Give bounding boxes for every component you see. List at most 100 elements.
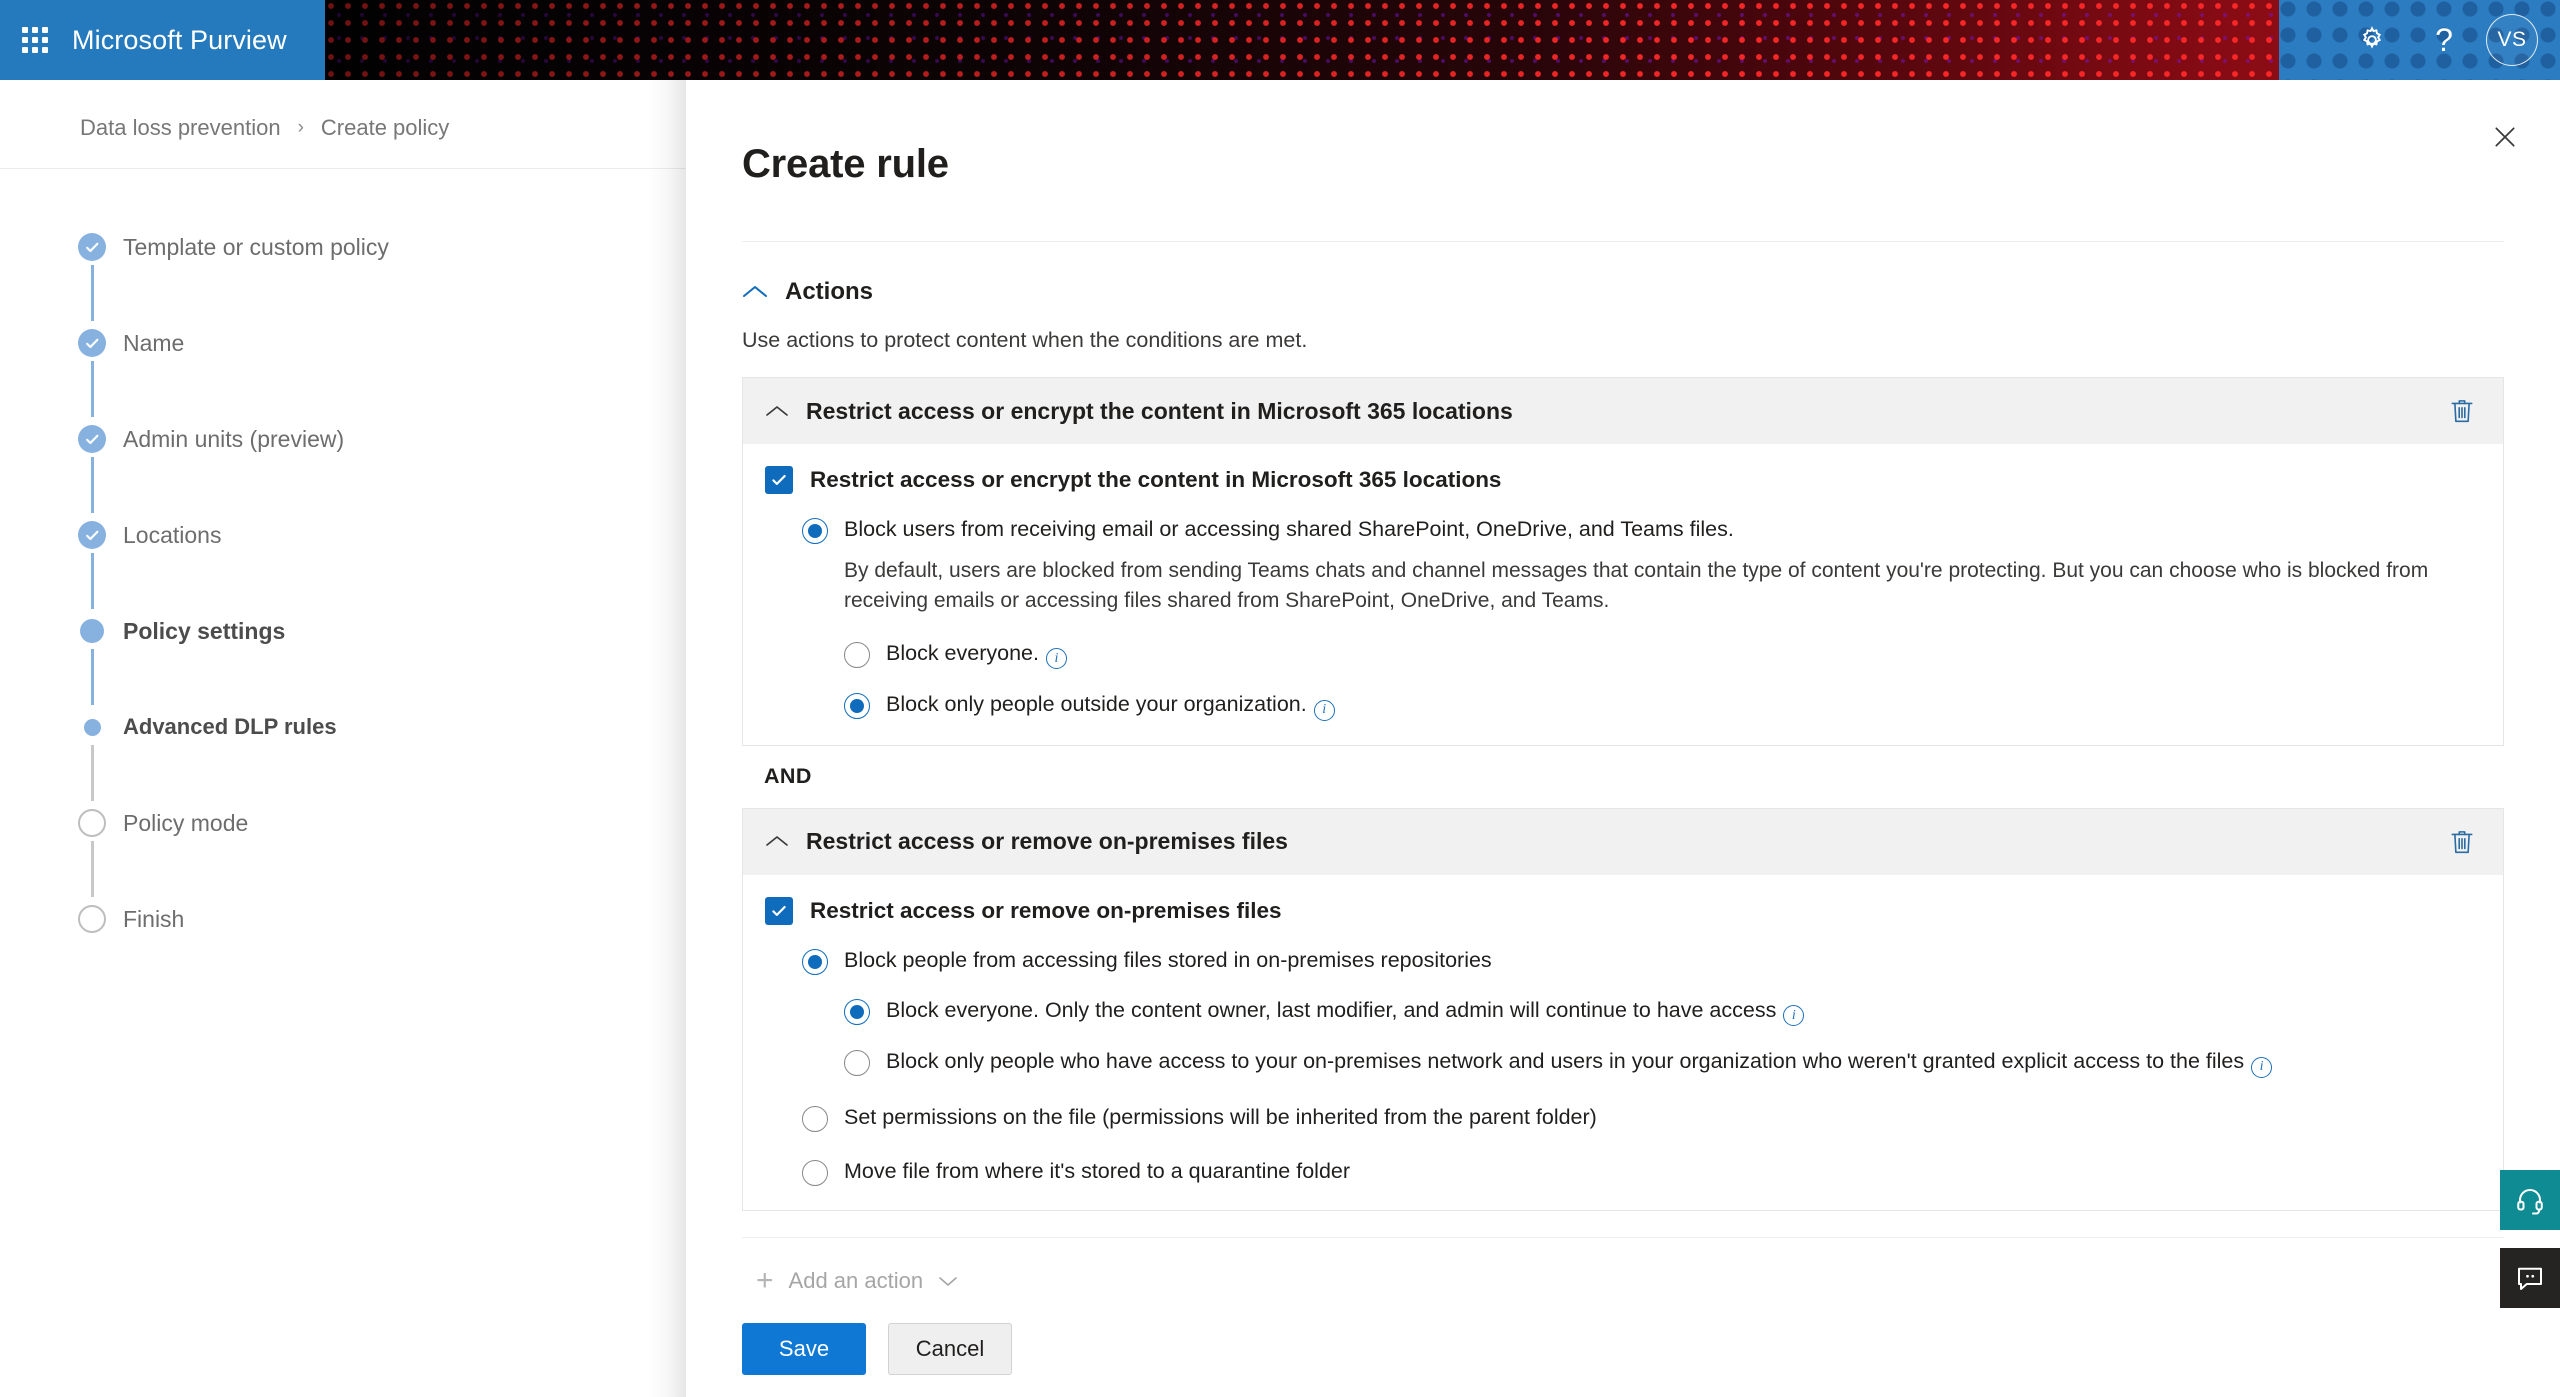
- radio-label: Block people from accessing files stored…: [844, 947, 1492, 975]
- sidebar-item-template-or-custom-policy[interactable]: Template or custom policy: [78, 225, 638, 321]
- action-card-m365: Restrict access or encrypt the content i…: [742, 377, 2504, 746]
- radio-label: Block only people outside your organizat…: [886, 692, 1307, 716]
- plus-icon: +: [756, 1266, 774, 1296]
- checkbox-restrict-m365[interactable]: [765, 466, 793, 494]
- operator-and-label: AND: [764, 764, 812, 789]
- avatar-initials: VS: [2497, 28, 2526, 52]
- step-pending-icon: [78, 905, 106, 933]
- checkbox-restrict-onprem[interactable]: [765, 897, 793, 925]
- step-label: Policy settings: [123, 618, 285, 645]
- page-title: Create rule: [742, 142, 2560, 187]
- action-card-onprem: Restrict access or remove on-premises fi…: [742, 808, 2504, 1211]
- radio-block-people-onprem[interactable]: Block people from accessing files stored…: [802, 947, 2481, 975]
- trash-icon[interactable]: [2443, 822, 2481, 862]
- step-label: Admin units (preview): [123, 426, 344, 453]
- radio-icon[interactable]: [802, 1106, 828, 1132]
- step-connector: [91, 745, 94, 801]
- step-label: Template or custom policy: [123, 234, 389, 261]
- radio-block-users-receiving[interactable]: Block users from receiving email or acce…: [802, 516, 2481, 544]
- step-connector: [91, 457, 94, 513]
- radio-icon[interactable]: [844, 999, 870, 1025]
- sidebar-item-policy-settings[interactable]: Policy settings: [78, 609, 638, 705]
- sidebar-item-name[interactable]: Name: [78, 321, 638, 417]
- chevron-up-icon[interactable]: [742, 284, 768, 300]
- panel-footer: Save Cancel: [686, 1301, 2560, 1397]
- radio-label: Block everyone. Only the content owner, …: [886, 998, 1776, 1022]
- chevron-up-icon[interactable]: [765, 404, 789, 419]
- info-icon[interactable]: i: [1046, 648, 1067, 669]
- gear-icon[interactable]: [2336, 0, 2408, 80]
- radio-block-everyone-onprem[interactable]: Block everyone. Only the content owner, …: [844, 997, 2481, 1027]
- operator-and: AND: [742, 746, 2504, 808]
- radio-label-wrap: Block only people outside your organizat…: [886, 691, 1335, 721]
- radio-icon[interactable]: [844, 693, 870, 719]
- radio-icon[interactable]: [802, 949, 828, 975]
- step-connector: [91, 649, 94, 705]
- step-label: Locations: [123, 522, 221, 549]
- actions-section-header[interactable]: Actions: [742, 278, 2504, 306]
- question-mark-icon[interactable]: ?: [2408, 0, 2480, 80]
- action-card-m365-header[interactable]: Restrict access or encrypt the content i…: [743, 378, 2503, 444]
- breadcrumb: Data loss prevention › Create policy: [80, 105, 449, 151]
- suite-header-banner: [325, 0, 2279, 80]
- trash-icon[interactable]: [2443, 391, 2481, 431]
- radio-icon[interactable]: [802, 518, 828, 544]
- action-card-onprem-header[interactable]: Restrict access or remove on-premises fi…: [743, 809, 2503, 875]
- suite-header-right: ? VS: [2279, 0, 2560, 80]
- add-action-divider: [742, 1237, 2504, 1238]
- step-current-icon: [78, 617, 106, 645]
- chevron-up-icon[interactable]: [765, 834, 789, 849]
- radio-label: Block users from receiving email or acce…: [844, 516, 1734, 544]
- info-icon[interactable]: i: [1783, 1005, 1804, 1026]
- sidebar-item-locations[interactable]: Locations: [78, 513, 638, 609]
- breadcrumb-item-create-policy[interactable]: Create policy: [321, 115, 449, 141]
- restrict-m365-checkbox-row[interactable]: Restrict access or encrypt the content i…: [765, 466, 2481, 494]
- radio-move-quarantine[interactable]: Move file from where it's stored to a qu…: [802, 1158, 2481, 1186]
- cancel-button[interactable]: Cancel: [888, 1323, 1012, 1375]
- radio-set-permissions[interactable]: Set permissions on the file (permissions…: [802, 1104, 2481, 1132]
- breadcrumb-item-dlp[interactable]: Data loss prevention: [80, 115, 281, 141]
- info-icon[interactable]: i: [2251, 1057, 2272, 1078]
- radio-block-outside-org-m365[interactable]: Block only people outside your organizat…: [844, 691, 2481, 721]
- add-an-action-button[interactable]: + Add an action: [742, 1266, 2504, 1296]
- checkbox-restrict-onprem-label: Restrict access or remove on-premises fi…: [810, 898, 1281, 924]
- action-card-onprem-header-left: Restrict access or remove on-premises fi…: [765, 828, 1288, 855]
- m365-options: Block users from receiving email or acce…: [765, 516, 2481, 721]
- save-button[interactable]: Save: [742, 1323, 866, 1375]
- wizard-steps: Template or custom policy Name Admin uni…: [78, 225, 638, 941]
- restrict-onprem-checkbox-row[interactable]: Restrict access or remove on-premises fi…: [765, 897, 2481, 925]
- sidebar-item-advanced-dlp-rules[interactable]: Advanced DLP rules: [78, 705, 638, 801]
- sidebar-item-policy-mode[interactable]: Policy mode: [78, 801, 638, 897]
- sidebar-item-finish[interactable]: Finish: [78, 897, 638, 941]
- sidebar-item-admin-units[interactable]: Admin units (preview): [78, 417, 638, 513]
- panel-body: Actions Use actions to protect content w…: [686, 242, 2560, 1301]
- onprem-options: Block people from accessing files stored…: [765, 947, 2481, 1186]
- avatar[interactable]: VS: [2486, 14, 2538, 66]
- add-an-action-label: Add an action: [789, 1268, 924, 1294]
- app-launcher-icon[interactable]: [20, 25, 50, 55]
- close-icon[interactable]: [2476, 108, 2534, 166]
- step-check-icon: [78, 233, 106, 261]
- brand-title[interactable]: Microsoft Purview: [72, 25, 287, 56]
- radio-label: Block everyone.: [886, 641, 1039, 665]
- suite-header: Microsoft Purview ? VS: [0, 0, 2560, 80]
- info-icon[interactable]: i: [1314, 700, 1335, 721]
- step-check-icon: [78, 425, 106, 453]
- step-label: Finish: [123, 906, 184, 933]
- radio-label: Set permissions on the file (permissions…: [844, 1104, 1597, 1132]
- suite-header-left: Microsoft Purview: [0, 0, 325, 80]
- action-card-m365-header-left: Restrict access or encrypt the content i…: [765, 398, 1513, 425]
- radio-icon[interactable]: [844, 642, 870, 668]
- feedback-chat-icon[interactable]: [2500, 1248, 2560, 1308]
- checkbox-restrict-m365-label: Restrict access or encrypt the content i…: [810, 467, 1501, 493]
- step-label: Name: [123, 330, 184, 357]
- radio-block-everyone-m365[interactable]: Block everyone. i: [844, 640, 2481, 670]
- radio-block-network-users-onprem[interactable]: Block only people who have access to you…: [844, 1048, 2481, 1078]
- radio-icon[interactable]: [802, 1160, 828, 1186]
- step-label: Advanced DLP rules: [123, 714, 337, 740]
- radio-icon[interactable]: [844, 1050, 870, 1076]
- step-substep-icon: [78, 713, 106, 741]
- radio-label-wrap: Block everyone. Only the content owner, …: [886, 997, 1804, 1027]
- action-card-m365-body: Restrict access or encrypt the content i…: [743, 444, 2503, 745]
- support-headset-icon[interactable]: [2500, 1170, 2560, 1230]
